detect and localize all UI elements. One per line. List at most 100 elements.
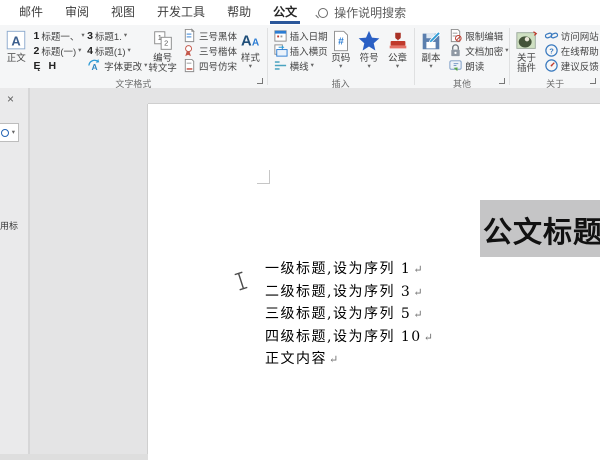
symbol-button[interactable]: 符号 ▾ <box>355 27 383 71</box>
ribbon-group-other: 副本 ▾ 限制编辑 文档加密 ▾ 朗读 其他 <box>415 25 510 88</box>
close-icon[interactable]: × <box>7 93 14 105</box>
styles-aa-icon: AA <box>238 28 262 54</box>
restrict-editing-button[interactable]: 限制编辑 <box>445 28 507 43</box>
tab-mailings[interactable]: 邮件 <box>8 0 54 25</box>
size4-fangsong-button[interactable]: 四号仿宋 <box>179 58 236 73</box>
svg-text:?: ? <box>549 46 554 55</box>
page-number-icon: # <box>329 28 353 54</box>
numbered-pages-icon: 12 <box>151 28 175 54</box>
insert-landscape-page-button[interactable]: 插入横页 <box>270 43 327 58</box>
tell-me-label: 操作说明搜索 <box>334 4 406 21</box>
chevron-down-icon[interactable]: ▾ <box>249 64 252 70</box>
tab-review[interactable]: 审阅 <box>54 0 100 25</box>
encrypt-document-button[interactable]: 文档加密 ▾ <box>445 43 507 58</box>
read-aloud-button[interactable]: 朗读 <box>445 58 507 73</box>
heading2-line: 二级标题,设为序列 3↵ <box>265 281 433 304</box>
ribbon-group-text-format: A 正文 1 标题一、 ▾ 2 标题(一) ▾ Ę H <box>0 25 267 88</box>
page-icon <box>182 28 197 43</box>
document-body[interactable]: 一级标题,设为序列 1↵ 二级标题,设为序列 3↵ 三级标题,设为序列 5↵ 四… <box>265 258 433 371</box>
paragraph-mark: ↵ <box>413 308 422 321</box>
svg-text:2: 2 <box>164 39 168 48</box>
ribbon-group-insert: 插入日期 插入横页 横线 ▾ # 页码 ▾ <box>268 25 414 88</box>
chevron-down-icon[interactable]: ▾ <box>368 64 371 70</box>
font-change-button[interactable]: A 字体更改 ▾ <box>84 58 146 73</box>
official-seal-button[interactable]: 公章 ▾ <box>383 27 411 71</box>
lines-icon <box>273 58 288 73</box>
chevron-down-icon[interactable]: ▾ <box>339 64 342 70</box>
text-cursor-pointer <box>232 270 250 292</box>
stamp-icon <box>386 28 410 54</box>
body-style-button[interactable]: A 正文 <box>2 27 31 65</box>
about-plugin-button[interactable]: 关于 插件 <box>512 27 541 75</box>
dialog-launcher-icon[interactable] <box>590 78 596 84</box>
search-icon <box>1 129 9 137</box>
navigation-pane: × ▾ 用标 <box>0 88 28 460</box>
lock-icon <box>448 43 463 58</box>
font-refresh-icon: A <box>87 58 102 73</box>
chevron-down-icon[interactable]: ▾ <box>311 63 314 69</box>
restrict-page-icon <box>448 28 463 43</box>
dialog-launcher-icon[interactable] <box>257 78 263 84</box>
paragraph-mark: ↵ <box>413 263 422 276</box>
size3-heiti-button[interactable]: 三号黑体 <box>179 28 236 43</box>
paragraph-mark: ↵ <box>424 331 433 344</box>
photo-icon <box>515 28 539 54</box>
chevron-down-icon[interactable]: ▾ <box>505 48 508 54</box>
pane-divider[interactable] <box>28 88 30 460</box>
tell-me-search[interactable]: 操作说明搜索 <box>318 4 406 21</box>
landscape-page-icon <box>273 43 288 58</box>
feedback-button[interactable]: 建议反馈 <box>541 58 598 73</box>
chevron-down-icon[interactable]: ▾ <box>128 48 131 54</box>
ribbon: A 正文 1 标题一、 ▾ 2 标题(一) ▾ Ę H <box>0 25 600 89</box>
feedback-icon <box>544 58 559 73</box>
document-title[interactable]: 公文标题↵ <box>480 200 600 257</box>
tab-gongwen[interactable]: 公文 <box>262 0 308 25</box>
ribbon-group-about: 关于 插件 访问网站 ? 在线帮助 建议反馈 关于 <box>510 25 600 88</box>
emphasis-buttons[interactable]: Ę H <box>31 58 85 73</box>
number-to-text-button[interactable]: 12 编号 转文字 <box>146 27 179 75</box>
search-input[interactable]: ▾ <box>0 123 19 142</box>
chevron-down-icon[interactable]: ▾ <box>124 33 127 39</box>
tab-developer[interactable]: 开发工具 <box>146 0 216 25</box>
tab-help[interactable]: 帮助 <box>216 0 262 25</box>
heading1-style-button[interactable]: 1 标题一、 ▾ <box>31 28 85 43</box>
online-help-button[interactable]: ? 在线帮助 <box>541 43 598 58</box>
bottom-edge-strip <box>0 454 148 460</box>
chevron-down-icon[interactable]: ▾ <box>429 64 432 70</box>
svg-text:A: A <box>12 34 21 49</box>
tab-view[interactable]: 视图 <box>100 0 146 25</box>
ribbon-tab-bar: 邮件 审阅 视图 开发工具 帮助 公文 操作说明搜索 <box>0 0 600 25</box>
read-aloud-icon <box>448 58 463 73</box>
svg-text:#: # <box>338 37 344 48</box>
svg-text:A: A <box>252 38 260 49</box>
margin-crop-mark <box>257 170 270 184</box>
floppy-pencil-icon <box>419 28 443 54</box>
svg-text:A: A <box>92 62 98 72</box>
chevron-down-icon[interactable]: ▾ <box>396 64 399 70</box>
question-icon: ? <box>544 43 559 58</box>
style-gallery-button[interactable]: AA 样式 ▾ <box>236 27 265 71</box>
search-icon <box>318 8 328 18</box>
chevron-down-icon[interactable]: ▾ <box>12 130 15 136</box>
document-workspace: × ▾ 用标 公文标题↵ 一级标题,设为序列 1↵ 二级标题,设为序列 3↵ 三… <box>0 88 600 460</box>
horizontal-line-button[interactable]: 横线 ▾ <box>270 58 327 73</box>
medal-icon <box>182 43 197 58</box>
duplicate-button[interactable]: 副本 ▾ <box>417 27 446 71</box>
navigation-hint-text: 用标 <box>0 219 18 232</box>
insert-date-button[interactable]: 插入日期 <box>270 28 327 43</box>
heading2-style-button[interactable]: 2 标题(一) ▾ <box>31 43 85 58</box>
svg-text:A: A <box>241 34 252 50</box>
size3-kaiti-button[interactable]: 三号楷体 <box>179 43 236 58</box>
page-underline-icon <box>182 58 197 73</box>
visit-website-button[interactable]: 访问网站 <box>541 28 598 43</box>
dialog-launcher-icon[interactable] <box>499 78 505 84</box>
star-icon <box>357 28 381 54</box>
page-number-button[interactable]: # 页码 ▾ <box>327 27 355 71</box>
heading4-line: 四级标题,设为序列 10↵ <box>265 326 433 349</box>
chevron-down-icon[interactable]: ▾ <box>78 48 81 54</box>
paragraph-mark: ↵ <box>329 353 338 366</box>
calendar-icon <box>273 28 288 43</box>
heading3-style-button[interactable]: 3 标题1. ▾ <box>84 28 146 43</box>
letter-a-box-icon: A <box>4 28 28 54</box>
heading4-style-button[interactable]: 4 标题(1) ▾ <box>84 43 146 58</box>
